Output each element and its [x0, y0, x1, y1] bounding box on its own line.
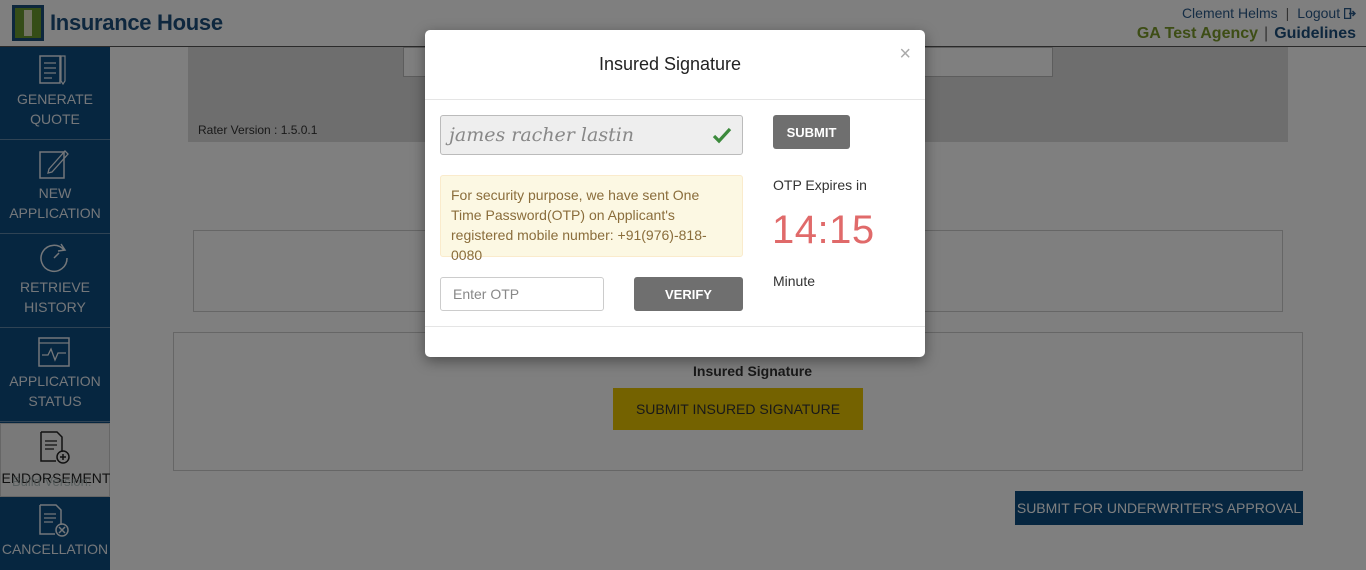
modal-footer-divider	[425, 326, 925, 327]
close-icon[interactable]: ×	[899, 44, 911, 64]
otp-expires-label: OTP Expires in	[773, 177, 867, 193]
modal-title: Insured Signature	[598, 54, 742, 74]
modal-header: Insured Signature ×	[425, 30, 925, 100]
submit-signature-button[interactable]: SUBMIT	[773, 115, 850, 149]
otp-sent-message: For security purpose, we have sent One T…	[440, 175, 743, 263]
otp-countdown-timer: 14:15	[772, 208, 875, 252]
verify-otp-button[interactable]: VERIFY	[634, 277, 743, 311]
minute-label: Minute	[773, 273, 816, 289]
insured-signature-modal: Insured Signature × james racher lastin …	[425, 30, 925, 357]
otp-input[interactable]	[440, 277, 604, 311]
signature-input[interactable]: james racher lastin	[440, 115, 743, 155]
checkmark-icon	[712, 127, 732, 144]
